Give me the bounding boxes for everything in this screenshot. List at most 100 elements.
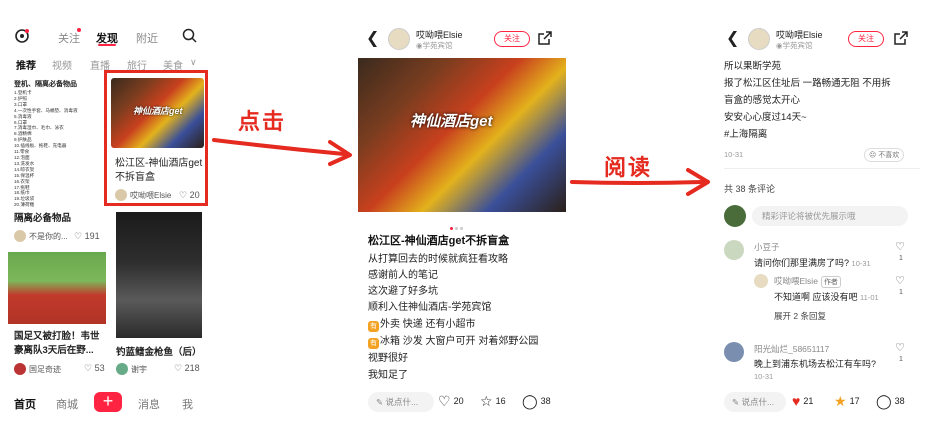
avatar[interactable] (754, 274, 768, 288)
heart-icon[interactable]: ♡ (894, 274, 906, 287)
category-video[interactable]: 视频 (52, 57, 72, 72)
category-recommend[interactable]: 推荐 (16, 57, 36, 72)
heart-icon[interactable]: ♡ (894, 341, 906, 354)
collect-count: 17 (849, 396, 860, 406)
card-author: 谢宇 (116, 363, 147, 375)
card-cover-image (8, 252, 106, 324)
cover-image-text: 神仙酒店get (133, 106, 183, 116)
card-cover-image: 神仙酒店get (111, 78, 204, 148)
follow-button[interactable]: 关注 (494, 31, 530, 47)
note-action-bar: ✎ 说点什... ♥ 21 ★ 17 ◯ 38 (718, 388, 928, 416)
note-line: 报了松江区住址后 一路畅通无阻 不用拆 (724, 78, 891, 89)
commenter-name[interactable]: 阳光灿烂_58651117 (754, 343, 829, 355)
dislike-button[interactable]: ☹ 不喜欢 (864, 148, 905, 162)
comment-text: 不知道啊 应该没有吧 11-01 (774, 290, 879, 303)
like-count[interactable]: ♡ 191 (74, 231, 100, 242)
publish-button[interactable]: + (94, 392, 122, 412)
card-author: 哎呦喂Elsie (115, 189, 171, 201)
feed-card[interactable]: 钓蓝鳍金枪鱼（后） 谢宇 ♡ 218 (110, 210, 208, 380)
card-title: 国足又被打脸！韦世豪离队3天后在野... (14, 331, 100, 356)
back-icon[interactable]: ❮ (726, 28, 739, 48)
back-icon[interactable]: ❮ (366, 28, 379, 48)
like-count[interactable]: ♡ 218 (174, 363, 200, 374)
like-count-value: 218 (184, 363, 200, 373)
note-line-with-emoji: 有冰箱 沙发 大窗户可开 对着郊野公园 (368, 332, 538, 349)
feed-card-highlighted[interactable]: 神仙酒店get 松江区-神仙酒店get不拆盲盒 哎呦喂Elsie ♡ 20 (104, 70, 208, 206)
feed-card[interactable]: 登机、隔离必备物品 1.登机卡 2.护照 3.口罩 4.一次性手套、马桶垫、消毒液 5.… (12, 78, 104, 246)
comment-date: 10-31 (754, 372, 774, 381)
author-badge: 作者 (820, 276, 841, 288)
note-comments-screen: ❮ 哎呦喂Elsie ◉学苑宾馆 关注 所以果断学苑 报了松江区住址后 一路畅通… (718, 0, 928, 433)
card-title: 钓蓝鳍金枪鱼（后） (116, 347, 202, 358)
like-count: 20 (453, 396, 464, 406)
avatar (115, 189, 127, 201)
nav-messages[interactable]: 消息 (138, 396, 160, 412)
like-count[interactable]: ♡ 53 (84, 363, 105, 374)
avatar[interactable] (724, 342, 744, 362)
avatar[interactable] (388, 28, 410, 50)
divider (724, 168, 920, 169)
star-icon: ☆ (480, 393, 493, 409)
tab-nearby[interactable]: 附近 (136, 30, 158, 46)
comment-input-placeholder: 说点什... (741, 397, 775, 407)
note-line: 这次避了好多坑 (368, 286, 438, 297)
like-button[interactable]: ♥ 21 (792, 394, 813, 408)
comment-input[interactable]: ✎ 说点什... (724, 392, 786, 412)
author-name: 谢宇 (131, 364, 147, 374)
top-nav: 关注 发现 附近 (0, 22, 212, 50)
comment-icon: ◯ (522, 393, 538, 409)
like-count-value: 53 (94, 363, 105, 373)
card-title: 松江区-神仙酒店get不拆盲盒 (115, 158, 203, 183)
nav-home[interactable]: 首页 (14, 396, 36, 412)
note-line-with-emoji: 有外卖 快递 还有小超市 (368, 315, 476, 332)
share-icon[interactable] (894, 31, 908, 45)
tab-follow[interactable]: 关注 (58, 30, 80, 46)
note-line: 盲盒的感觉太开心 (724, 95, 801, 106)
arrow-icon (212, 138, 352, 166)
location-text: 学苑宾馆 (422, 41, 453, 50)
comment-input-placeholder: 说点什... (385, 397, 419, 407)
heart-icon[interactable]: ♡ (894, 240, 906, 253)
expand-replies-link[interactable]: 展开 2 条回复 (774, 310, 826, 322)
comment-count-label: 共 38 条评论 (724, 184, 776, 194)
collect-button[interactable]: ★ 17 (834, 394, 860, 408)
comment-like-count: 1 (899, 356, 903, 363)
nav-me[interactable]: 我 (182, 396, 193, 412)
comment-input[interactable]: ✎ 说点什... (368, 392, 434, 412)
chevron-down-icon[interactable]: ∨ (190, 57, 197, 68)
commenter-name[interactable]: 小豆子 (754, 241, 780, 253)
avatar[interactable] (748, 28, 770, 50)
note-line-text: 外卖 快递 还有小超市 (380, 319, 476, 330)
note-image[interactable]: 神仙酒店get (358, 58, 566, 212)
share-icon[interactable] (538, 31, 552, 45)
search-icon[interactable] (182, 28, 197, 43)
comment-input[interactable]: 精彩评论将被优先展示哦 (752, 206, 908, 226)
comment-text: 请问你们那里满房了吗? 10-31 (754, 256, 871, 269)
feed-card[interactable]: 国足又被打脸！韦世豪离队3天后在野... 国足奇迹 ♡ 53 (8, 250, 106, 380)
comment-text-body: 不知道啊 应该没有吧 (774, 292, 858, 302)
follow-button[interactable]: 关注 (848, 31, 884, 47)
dislike-label: 不喜欢 (878, 152, 900, 159)
active-tab-indicator (98, 44, 116, 46)
collect-button[interactable]: ☆ 16 (480, 394, 506, 408)
location-label: ◉学苑宾馆 (776, 41, 813, 50)
like-count[interactable]: ♡ 20 (179, 190, 200, 201)
comment-button[interactable]: ◯ 38 (876, 394, 905, 408)
app-logo-icon[interactable] (14, 28, 30, 44)
bottom-nav: 首页 商城 + 消息 我 (0, 386, 212, 420)
like-count-value: 20 (189, 190, 200, 200)
avatar (116, 363, 128, 375)
comment-button[interactable]: ◯ 38 (522, 394, 551, 408)
hashtag-link[interactable]: #上海隔离 (724, 126, 767, 140)
comment-icon: ◯ (876, 393, 892, 409)
avatar[interactable] (724, 205, 746, 227)
note-header: ❮ 哎呦喂Elsie ◉学苑宾馆 关注 (358, 26, 566, 54)
nav-mall[interactable]: 商城 (56, 396, 78, 412)
commenter-name[interactable]: 哎呦喂Elsie 作者 (774, 275, 841, 288)
note-line: 从打算回去的时候就疯狂看攻略 (368, 254, 508, 265)
avatar[interactable] (724, 240, 744, 260)
avatar (14, 230, 26, 242)
author-name: 国足奇迹 (29, 364, 61, 374)
preview-line: 20.薄荷糖 (14, 202, 35, 208)
like-button[interactable]: ♡ 20 (438, 394, 464, 408)
